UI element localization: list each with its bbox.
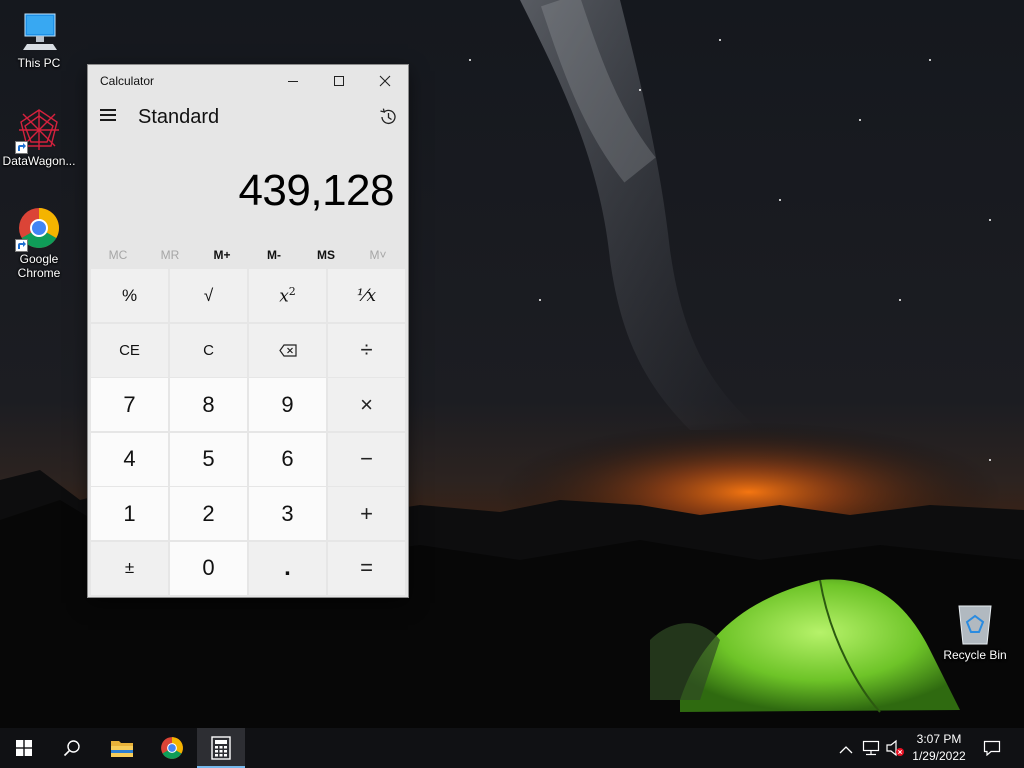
minimize-icon bbox=[288, 81, 298, 82]
digit-4-button[interactable]: 4 bbox=[91, 432, 168, 486]
keypad: % √ x2 ⅟x CE C ÷ 7 8 9 × 4 5 6 − 1 2 3 +… bbox=[91, 269, 407, 595]
multiply-button[interactable]: × bbox=[328, 378, 405, 432]
window-title: Calculator bbox=[100, 74, 155, 88]
notification-icon bbox=[983, 740, 1001, 757]
digit-6-button[interactable]: 6 bbox=[249, 432, 326, 486]
chrome-icon bbox=[161, 737, 183, 759]
computer-icon bbox=[17, 10, 61, 54]
calculator-icon bbox=[211, 736, 231, 760]
desktop-icon-recycle-bin[interactable]: Recycle Bin bbox=[937, 602, 1013, 662]
folder-icon bbox=[111, 741, 133, 757]
memory-add-button[interactable]: M+ bbox=[196, 243, 248, 267]
taskbar-google-chrome[interactable] bbox=[148, 728, 196, 768]
action-center-button[interactable] bbox=[983, 740, 1001, 761]
square-label: x2 bbox=[279, 284, 296, 307]
close-button[interactable] bbox=[362, 65, 408, 97]
negate-button[interactable]: ± bbox=[91, 541, 168, 595]
windows-logo-icon bbox=[16, 740, 32, 756]
show-hidden-icons-button[interactable] bbox=[839, 742, 853, 760]
search-button[interactable] bbox=[48, 728, 96, 768]
mode-title: Standard bbox=[138, 106, 220, 128]
hamburger-icon-line bbox=[100, 109, 116, 111]
digit-5-button[interactable]: 5 bbox=[170, 432, 247, 486]
title-bar[interactable]: Calculator bbox=[88, 65, 408, 97]
datawagon-icon bbox=[15, 108, 61, 154]
taskbar-calculator[interactable] bbox=[197, 728, 245, 768]
history-button[interactable] bbox=[378, 107, 398, 132]
memory-subtract-button[interactable]: M- bbox=[248, 243, 300, 267]
digit-0-button[interactable]: 0 bbox=[170, 541, 247, 595]
volume-button[interactable] bbox=[885, 739, 905, 762]
desktop-icon-label: DataWagon... bbox=[2, 154, 76, 168]
chevron-up-icon bbox=[839, 746, 853, 754]
desktop-icon-google-chrome[interactable]: Google Chrome bbox=[1, 206, 77, 280]
maximize-button[interactable] bbox=[316, 65, 362, 97]
digit-8-button[interactable]: 8 bbox=[170, 378, 247, 432]
recycle-bin-icon bbox=[953, 602, 997, 646]
digit-1-button[interactable]: 1 bbox=[91, 487, 168, 541]
minimize-button[interactable] bbox=[270, 65, 316, 97]
desktop-icon-this-pc[interactable]: This PC bbox=[1, 10, 77, 70]
chrome-icon bbox=[15, 206, 61, 252]
decimal-button[interactable]: . bbox=[249, 541, 326, 595]
square-button[interactable]: x2 bbox=[249, 269, 326, 322]
memory-recall-button: MR bbox=[160, 248, 180, 262]
desktop-icon-label: This PC bbox=[17, 56, 61, 70]
reciprocal-button[interactable]: ⅟x bbox=[328, 269, 405, 322]
taskbar-file-explorer[interactable] bbox=[98, 728, 146, 768]
clock-date: 1/29/2022 bbox=[912, 749, 966, 763]
add-button[interactable]: + bbox=[328, 487, 405, 541]
maximize-icon bbox=[334, 76, 344, 86]
calculator-window[interactable]: Calculator Standard 439,128 MC MR M+ M- … bbox=[88, 65, 408, 597]
navigation-menu-button[interactable] bbox=[100, 109, 118, 123]
system-clock[interactable]: 3:07 PM 1/29/2022 bbox=[908, 731, 970, 765]
speaker-muted-icon bbox=[886, 739, 904, 757]
taskbar: 3:07 PM 1/29/2022 bbox=[0, 728, 1024, 768]
digit-3-button[interactable]: 3 bbox=[249, 487, 326, 541]
close-icon bbox=[379, 75, 391, 87]
shortcut-arrow-icon bbox=[15, 239, 28, 252]
backspace-button[interactable] bbox=[249, 323, 326, 377]
digit-9-button[interactable]: 9 bbox=[249, 378, 326, 432]
square-root-button[interactable]: √ bbox=[170, 269, 247, 322]
memory-list-button: M˅ bbox=[369, 248, 387, 262]
clock-time: 3:07 PM bbox=[916, 732, 962, 746]
network-icon bbox=[862, 740, 880, 756]
memory-clear-button: MC bbox=[108, 248, 128, 262]
clear-entry-button[interactable]: CE bbox=[91, 323, 168, 377]
memory-store-button[interactable]: MS bbox=[300, 243, 352, 267]
subtract-button[interactable]: − bbox=[328, 432, 405, 486]
backspace-icon bbox=[278, 343, 297, 357]
shortcut-arrow-icon bbox=[15, 141, 28, 154]
desktop-icon-datawagon[interactable]: DataWagon... bbox=[1, 108, 77, 168]
result-display: 439,128 bbox=[238, 166, 394, 215]
search-icon bbox=[63, 740, 80, 757]
hamburger-icon-line bbox=[100, 119, 116, 121]
desktop-icon-label: Google Chrome bbox=[17, 252, 61, 280]
desktop-icon-label: Recycle Bin bbox=[943, 648, 1007, 662]
digit-2-button[interactable]: 2 bbox=[170, 487, 247, 541]
percent-button[interactable]: % bbox=[91, 269, 168, 322]
history-icon bbox=[380, 108, 396, 125]
divide-button[interactable]: ÷ bbox=[328, 323, 405, 377]
start-button[interactable] bbox=[0, 728, 48, 768]
equals-button[interactable]: = bbox=[328, 541, 405, 595]
clear-button[interactable]: C bbox=[170, 323, 247, 377]
hamburger-icon-line bbox=[100, 114, 116, 116]
digit-7-button[interactable]: 7 bbox=[91, 378, 168, 432]
network-button[interactable] bbox=[862, 740, 880, 761]
memory-buttons-row: MC MR M+ M- MS M˅ bbox=[92, 243, 404, 267]
